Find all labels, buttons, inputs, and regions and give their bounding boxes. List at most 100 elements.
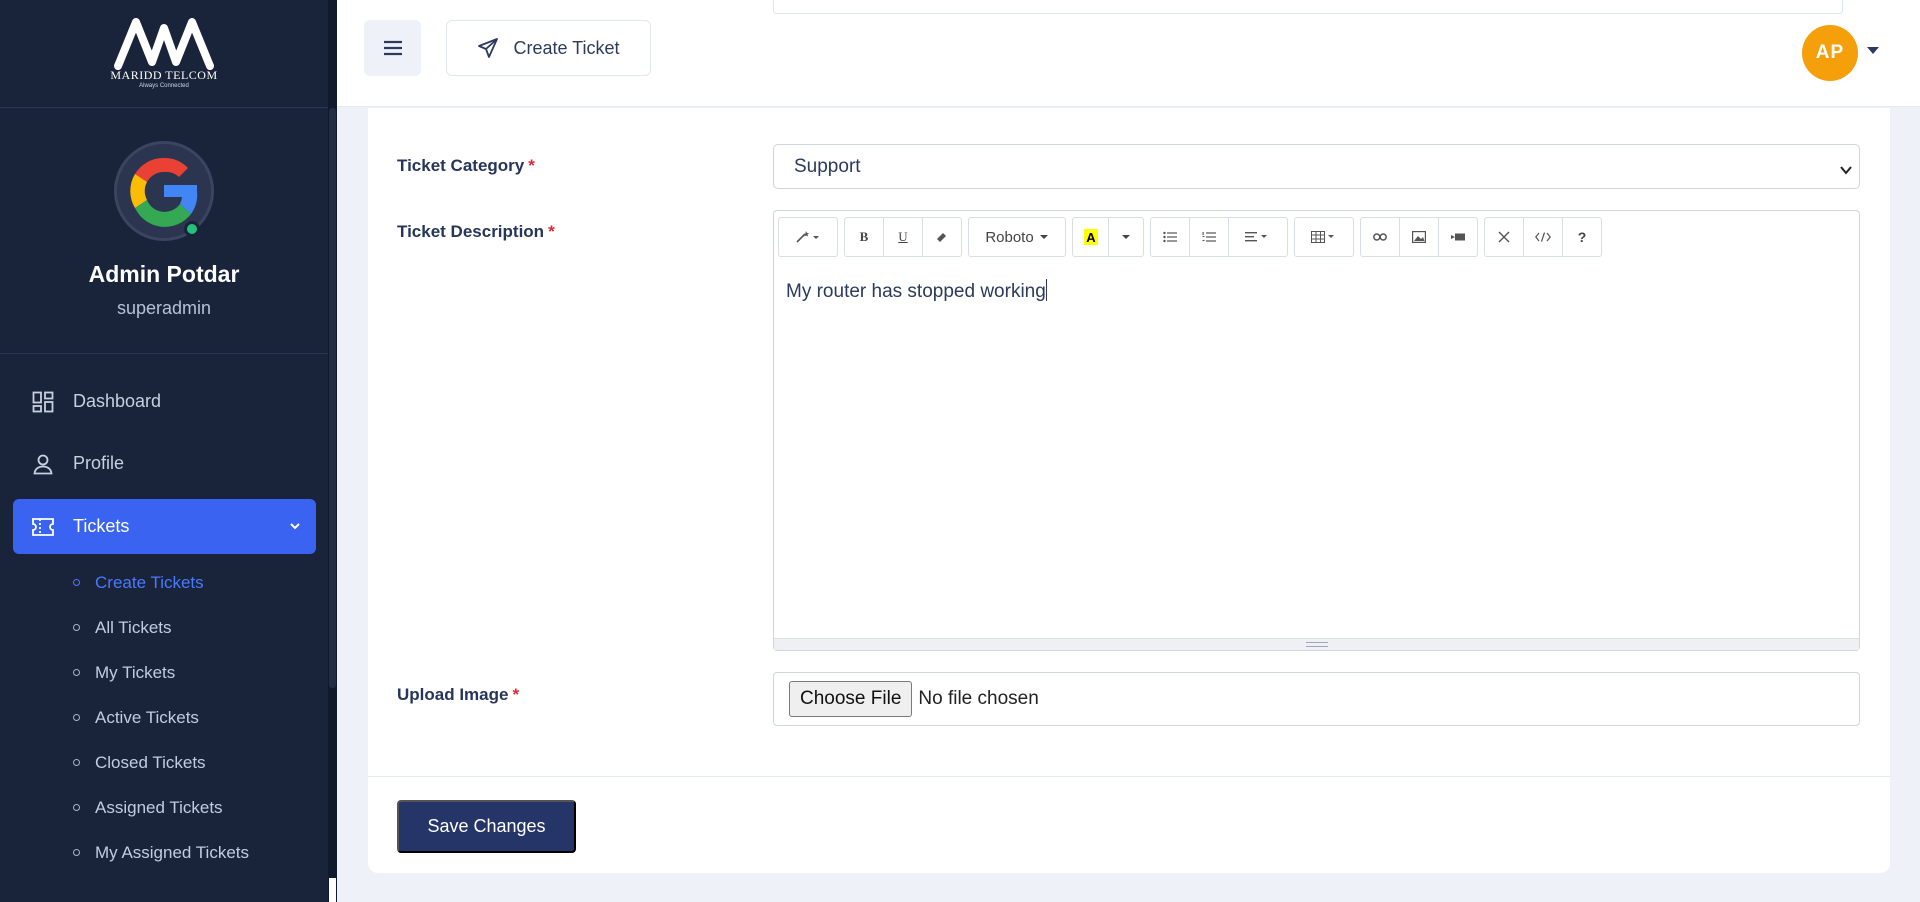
paper-plane-icon <box>478 38 499 58</box>
clear-format-button[interactable] <box>923 218 961 256</box>
sidebar-item-label: Dashboard <box>73 391 162 411</box>
table-icon <box>1311 231 1334 243</box>
magic-wand-icon <box>796 231 819 243</box>
logo-mark-icon <box>114 18 214 70</box>
file-status-text: No file chosen <box>918 688 1039 709</box>
svg-text:A: A <box>1086 230 1096 245</box>
ticket-description-label: Ticket Description * <box>397 222 555 242</box>
expand-icon <box>1498 231 1510 243</box>
create-ticket-button[interactable]: Create Ticket <box>446 20 651 76</box>
user-menu-caret-icon[interactable] <box>1867 47 1879 54</box>
create-ticket-label: Create Ticket <box>513 37 620 58</box>
ticket-category-label-text: Ticket Category <box>397 156 525 175</box>
caret-down-icon <box>1122 235 1130 239</box>
submenu-item-my-assigned-tickets[interactable]: My Assigned Tickets <box>72 843 249 863</box>
dashboard-icon <box>31 390 55 414</box>
bold-button[interactable]: B <box>845 218 884 256</box>
submenu-item-active-tickets[interactable]: Active Tickets <box>73 708 199 728</box>
description-text: My router has stopped working <box>786 281 1046 302</box>
sidebar-item-profile[interactable]: Profile <box>13 436 316 491</box>
previous-field-input[interactable] <box>773 0 1843 14</box>
ticket-category-label: Ticket Category * <box>397 156 535 176</box>
submenu-item-closed-tickets[interactable]: Closed Tickets <box>73 753 206 773</box>
table-group <box>1294 217 1354 257</box>
menu-toggle-button[interactable] <box>364 20 421 76</box>
text-cursor <box>1045 279 1047 301</box>
fullscreen-button[interactable] <box>1485 218 1524 256</box>
resize-grip-icon <box>1305 642 1328 647</box>
required-mark: * <box>512 685 520 704</box>
code-icon <box>1535 232 1551 242</box>
sidebar: MARIDD TELCOM Always Connected Admin Pot… <box>0 0 337 902</box>
sidebar-scrollbar-thumb[interactable] <box>329 878 336 902</box>
ticket-icon <box>31 515 55 539</box>
user-name: Admin Potdar <box>88 261 240 287</box>
submenu-item-create-tickets[interactable]: Create Tickets <box>73 573 204 593</box>
code-view-button[interactable] <box>1524 218 1563 256</box>
link-icon <box>1373 233 1387 241</box>
ticket-description-label-text: Ticket Description <box>397 222 545 241</box>
insert-group <box>1360 217 1478 257</box>
font-name-value: Roboto <box>985 228 1034 246</box>
profile-card: Admin Potdar superadmin <box>0 108 328 354</box>
style-group <box>778 217 838 257</box>
help-button[interactable]: ? <box>1563 218 1601 256</box>
hamburger-icon <box>383 40 402 56</box>
editor-resize-bar[interactable] <box>774 638 1859 650</box>
submenu-item-assigned-tickets[interactable]: Assigned Tickets <box>73 798 223 818</box>
magic-style-button[interactable] <box>779 218 837 256</box>
view-group: ? <box>1484 217 1602 257</box>
help-icon: ? <box>1577 229 1587 245</box>
form-divider <box>368 776 1890 777</box>
sidebar-scrollbar[interactable] <box>328 0 337 902</box>
color-group: A <box>1072 217 1144 257</box>
choose-file-button[interactable]: Choose File <box>789 681 913 717</box>
font-style-group: B U <box>844 217 962 257</box>
sidebar-item-label: Tickets <box>73 516 130 536</box>
sidebar-item-tickets[interactable]: Tickets <box>13 499 316 554</box>
submenu-item-all-tickets[interactable]: All Tickets <box>73 618 172 638</box>
picture-icon <box>1412 231 1426 243</box>
underline-button[interactable]: U <box>884 218 923 256</box>
sidebar-item-label: Profile <box>73 453 125 473</box>
upload-image-label-text: Upload Image <box>397 685 509 704</box>
align-left-icon <box>1245 232 1267 242</box>
chevron-down-icon <box>1839 161 1853 183</box>
bullet-list-icon <box>1163 231 1177 243</box>
video-icon <box>1451 233 1465 241</box>
upload-image-input[interactable]: Choose File No file chosen <box>773 672 1860 726</box>
editor-content[interactable]: My router has stopped working <box>786 279 1047 303</box>
brand-tagline: Always Connected <box>139 83 189 89</box>
user-icon <box>31 452 55 476</box>
online-status-dot <box>184 221 200 237</box>
insert-link-button[interactable] <box>1361 218 1400 256</box>
unordered-list-button[interactable] <box>1151 218 1190 256</box>
highlight-color-button[interactable]: A <box>1073 218 1109 256</box>
brand-name: MARIDD TELCOM <box>110 68 218 82</box>
ticket-category-select[interactable]: Support <box>773 144 1860 189</box>
insert-video-button[interactable] <box>1439 218 1477 256</box>
user-avatar-initials[interactable]: AP <box>1802 25 1858 81</box>
caret-down-icon <box>1039 235 1048 239</box>
font-name-dropdown[interactable]: Roboto <box>969 218 1065 256</box>
color-dropdown-button[interactable] <box>1109 218 1143 256</box>
numbered-list-icon <box>1202 232 1216 242</box>
upload-image-label: Upload Image * <box>397 685 519 705</box>
required-mark: * <box>528 156 535 175</box>
insert-table-button[interactable] <box>1295 218 1353 256</box>
save-changes-button[interactable]: Save Changes <box>397 800 576 853</box>
ticket-description-editor[interactable]: B U Roboto A ? My router has stopped wor… <box>773 210 1860 651</box>
align-dropdown-button[interactable] <box>1229 218 1287 256</box>
required-mark: * <box>548 222 555 241</box>
submenu-item-my-tickets[interactable]: My Tickets <box>72 663 175 683</box>
topbar: Create Ticket AP <box>337 0 1920 107</box>
text-color-icon: A <box>1083 229 1098 245</box>
insert-picture-button[interactable] <box>1400 218 1439 256</box>
paragraph-group <box>1150 217 1288 257</box>
chevron-down-icon <box>288 517 302 538</box>
eraser-icon <box>937 233 946 242</box>
brand-logo[interactable]: MARIDD TELCOM Always Connected <box>0 0 328 108</box>
sidebar-scrollbar-track <box>329 108 336 688</box>
sidebar-item-dashboard[interactable]: Dashboard <box>13 374 316 429</box>
ordered-list-button[interactable] <box>1190 218 1229 256</box>
